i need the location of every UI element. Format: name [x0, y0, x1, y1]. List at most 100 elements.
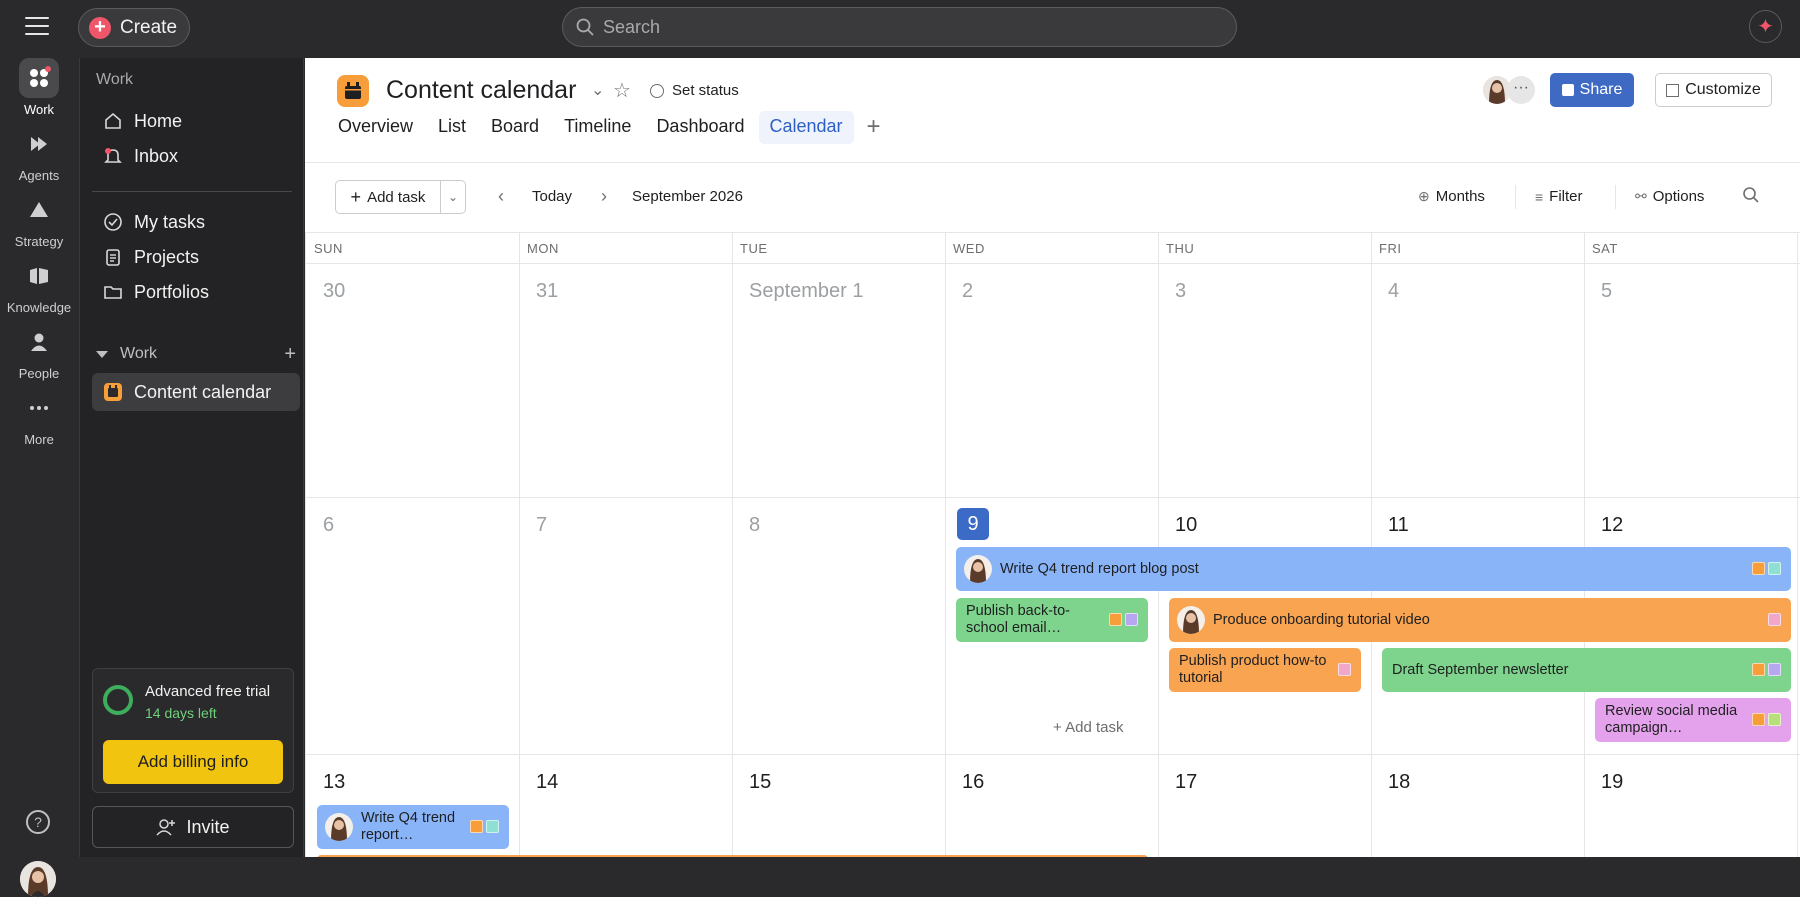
ai-sparkle-button[interactable]: ✦: [1749, 10, 1782, 43]
chevron-down-icon[interactable]: ⌄: [591, 80, 604, 100]
rail-item-knowledge[interactable]: Knowledge: [0, 256, 78, 315]
folder-icon: [102, 281, 124, 303]
week-divider: [305, 497, 1800, 498]
add-task-label: Add task: [367, 188, 426, 206]
day-number: 30: [323, 280, 346, 302]
home-icon: [102, 110, 124, 132]
chevron-down-icon: ⌄: [447, 190, 459, 204]
options-button[interactable]: ⚯ Options: [1635, 188, 1704, 205]
tab-calendar[interactable]: Calendar: [758, 111, 854, 144]
menu-icon[interactable]: [25, 17, 49, 37]
sidebar-item-label: Home: [134, 110, 183, 131]
add-icon[interactable]: +: [284, 343, 296, 366]
rail-label: Knowledge: [6, 300, 72, 315]
filter-icon: ≡: [1535, 188, 1544, 205]
invite-button[interactable]: Invite: [92, 806, 294, 848]
chevron-right-icon[interactable]: ›: [601, 186, 607, 207]
customize-label: Customize: [1685, 81, 1761, 98]
add-billing-button[interactable]: Add billing info: [103, 740, 283, 784]
avatar: [1177, 606, 1205, 634]
view-tabs: Overview List Board Timeline Dashboard C…: [327, 111, 881, 147]
rail-item-work[interactable]: Work: [0, 58, 78, 117]
sidebar-item-content-calendar[interactable]: Content calendar: [92, 373, 300, 411]
sidebar-item-my-tasks[interactable]: My tasks: [92, 203, 300, 241]
filter-label: Filter: [1549, 188, 1583, 205]
day-number: 14: [536, 771, 559, 793]
options-label: Options: [1652, 188, 1705, 205]
add-tab-icon[interactable]: +: [857, 111, 881, 147]
sidebar-section-label: Work: [120, 345, 158, 362]
calendar-event[interactable]: Produce onboarding tutorial video: [1169, 598, 1791, 642]
day-number: 4: [1388, 280, 1400, 302]
main-panel: Content calendar ⌄ ☆ Set status ··· Shar…: [305, 58, 1800, 857]
tab-timeline[interactable]: Timeline: [553, 111, 642, 144]
set-status-button[interactable]: Set status: [650, 82, 739, 99]
trial-progress-ring: [103, 685, 133, 715]
event-tags: [1749, 562, 1781, 575]
more-members-icon[interactable]: ···: [1507, 76, 1535, 104]
filter-button[interactable]: ≡ Filter: [1535, 188, 1583, 205]
add-task-inline-button[interactable]: + Add task: [1053, 719, 1123, 736]
grid-line: [1371, 232, 1372, 857]
trial-days-left: 14 days left: [145, 705, 217, 721]
tab-list[interactable]: List: [427, 111, 477, 144]
rail-item-strategy[interactable]: Strategy: [0, 190, 78, 249]
help-icon[interactable]: ?: [26, 810, 50, 834]
months-button[interactable]: ⊕ Months: [1418, 188, 1485, 205]
chevron-left-icon[interactable]: ‹: [498, 186, 504, 207]
dow-thu: THU: [1166, 241, 1195, 256]
status-circle-icon: [650, 83, 664, 98]
event-tags: [1335, 663, 1351, 676]
add-task-dropdown[interactable]: ⌄: [440, 180, 466, 214]
divider: [305, 162, 1800, 163]
options-icon: ⚯: [1635, 188, 1647, 204]
tab-dashboard[interactable]: Dashboard: [645, 111, 755, 144]
sidebar-divider: [92, 191, 292, 192]
rail-item-people[interactable]: People: [0, 322, 78, 381]
work-icon: [19, 58, 59, 98]
search-placeholder: Search: [603, 16, 661, 37]
rail-item-more[interactable]: More: [0, 388, 78, 447]
event-tags: [1765, 613, 1781, 626]
day-number: 5: [1601, 280, 1613, 302]
share-button[interactable]: Share: [1550, 73, 1634, 107]
rail-item-agents[interactable]: Agents: [0, 124, 78, 183]
customize-button[interactable]: Customize: [1655, 73, 1772, 107]
add-person-icon: [156, 819, 176, 836]
sidebar-item-portfolios[interactable]: Portfolios: [92, 273, 300, 311]
sidebar-section-work[interactable]: Work +: [96, 343, 296, 366]
plus-icon: +: [89, 16, 111, 39]
grid-line: [1584, 232, 1585, 857]
calendar-event[interactable]: Review social media campaign…: [1595, 698, 1791, 742]
sidebar-item-home[interactable]: Home: [92, 102, 300, 140]
event-title: Write Q4 trend report blog post: [1000, 560, 1199, 577]
more-icon: [19, 388, 59, 428]
create-button[interactable]: + Create: [78, 8, 190, 47]
tab-overview[interactable]: Overview: [327, 111, 424, 144]
calendar-event[interactable]: Publish product how-to tutorial: [1169, 648, 1361, 692]
add-task-button[interactable]: + Add task: [335, 180, 441, 214]
sidebar-item-projects[interactable]: Projects: [92, 238, 300, 276]
star-icon[interactable]: ☆: [613, 78, 631, 103]
event-title: Publish back-to-school email…: [966, 603, 1070, 636]
sidebar-item-inbox[interactable]: Inbox: [92, 137, 300, 175]
event-title: Write Q4 trend report…: [361, 810, 456, 843]
today-button[interactable]: Today: [532, 188, 572, 205]
day-number: 3: [1175, 280, 1187, 302]
tab-board[interactable]: Board: [480, 111, 550, 144]
calendar-event[interactable]: Publish back-to-school email…: [956, 598, 1148, 642]
search-icon[interactable]: [1742, 186, 1760, 204]
sidebar-item-label: Content calendar: [134, 381, 272, 402]
plus-icon: +: [350, 186, 362, 207]
avatar[interactable]: [20, 861, 56, 897]
calendar-event[interactable]: Write Q4 trend report…: [317, 805, 509, 849]
months-label: Months: [1435, 188, 1485, 205]
sidebar-item-label: Projects: [134, 246, 200, 267]
search-input[interactable]: Search: [562, 7, 1237, 47]
zoom-icon: ⊕: [1418, 188, 1430, 204]
grid-line: [1797, 232, 1798, 857]
calendar-event[interactable]: Write Q4 trend report blog post: [956, 547, 1791, 591]
event-tags: [1749, 663, 1781, 676]
sidebar-item-label: Portfolios: [134, 281, 210, 302]
calendar-event[interactable]: Draft September newsletter: [1382, 648, 1791, 692]
